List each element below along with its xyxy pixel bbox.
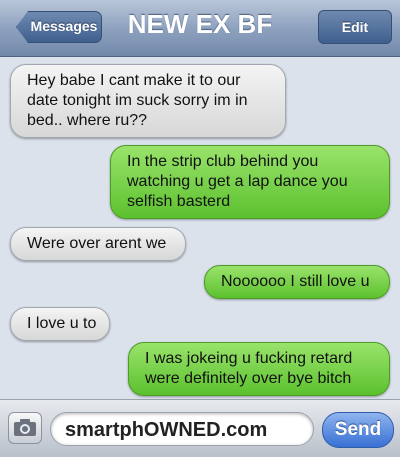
message-bubble-sent: I was jokeing u fucking retard were defi… bbox=[128, 342, 390, 396]
message-thread: Hey babe I cant make it to our date toni… bbox=[0, 57, 400, 399]
compose-bar: smartphOWNED.com Send bbox=[0, 399, 400, 457]
message-bubble-received: Were over arent we bbox=[10, 227, 186, 261]
message-input[interactable]: smartphOWNED.com bbox=[50, 412, 314, 446]
message-bubble-received: Hey babe I cant make it to our date toni… bbox=[10, 64, 286, 138]
nav-bar: Messages NEW EX BF Edit bbox=[0, 0, 400, 57]
message-bubble-sent: Noooooo I still love u bbox=[204, 265, 390, 299]
edit-button[interactable]: Edit bbox=[318, 10, 392, 44]
camera-button[interactable] bbox=[8, 412, 42, 444]
camera-icon bbox=[14, 419, 36, 436]
send-button[interactable]: Send bbox=[322, 412, 394, 448]
message-bubble-received: I love u to bbox=[10, 307, 110, 341]
message-bubble-sent: In the strip club behind you watching u … bbox=[110, 145, 390, 219]
